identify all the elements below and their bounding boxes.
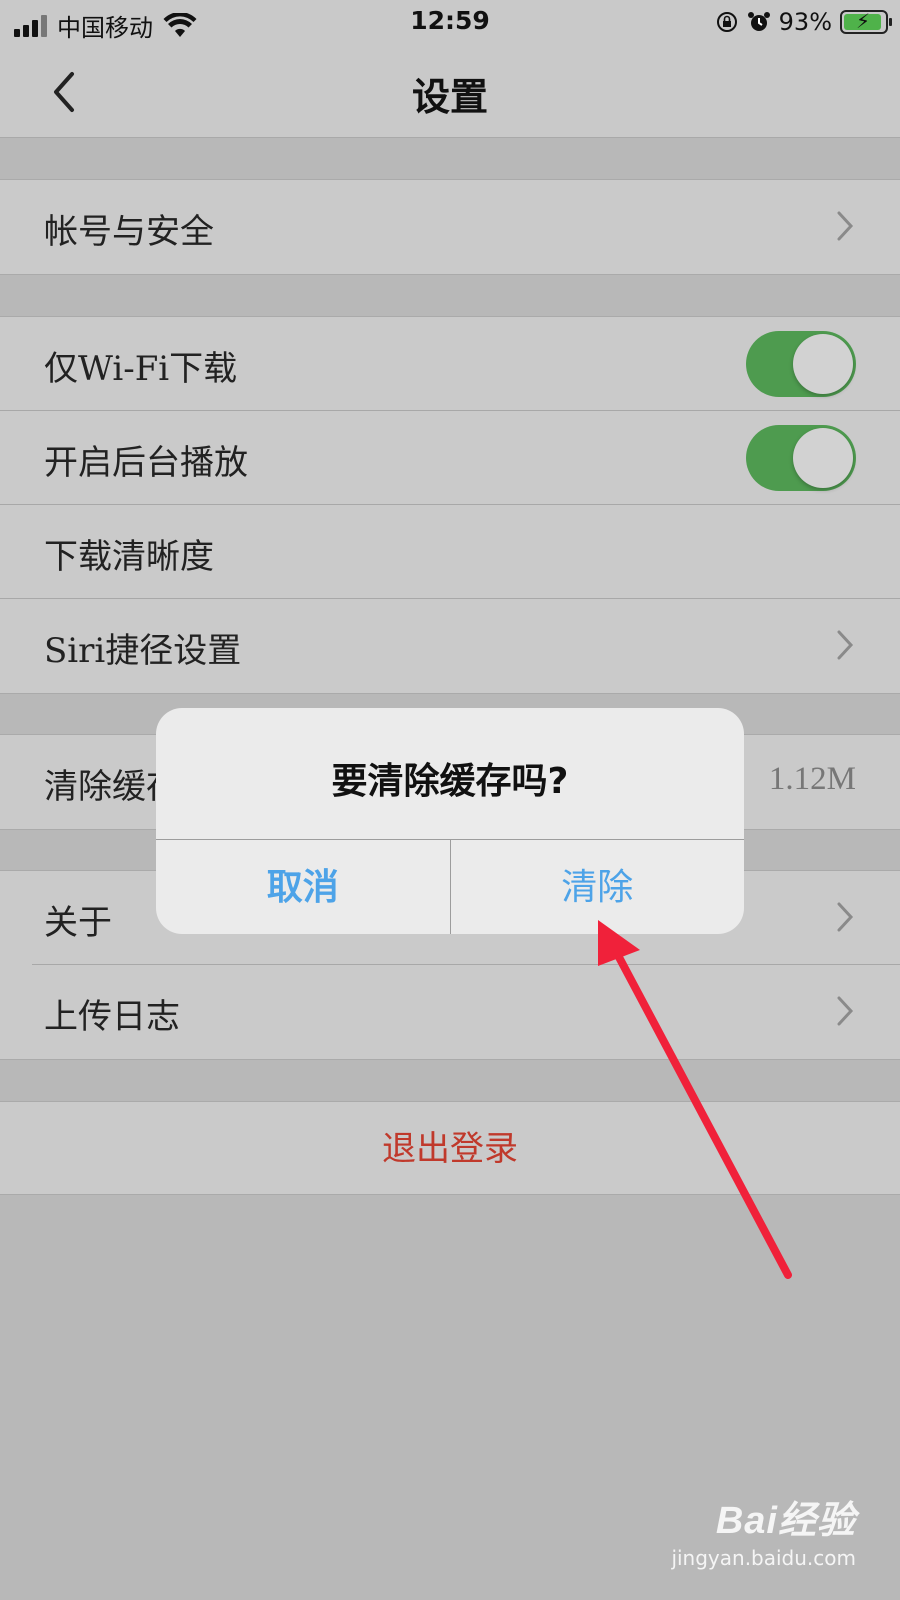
cancel-button[interactable]: 取消 — [156, 840, 450, 934]
row-label: 仅Wi-Fi下载 — [44, 349, 238, 389]
wifi-only-download-toggle[interactable] — [746, 331, 856, 397]
dialog-buttons: 取消 清除 — [156, 839, 744, 934]
status-right: 93% ⚡ — [715, 8, 892, 36]
row-label: 下载清晰度 — [44, 537, 214, 577]
settings-row-siri-shortcuts[interactable]: Siri捷径设置 — [0, 599, 900, 693]
settings-row-upload-log[interactable]: 上传日志 — [0, 965, 900, 1059]
row-label: 开启后台播放 — [44, 443, 248, 483]
row-label: Siri捷径设置 — [44, 631, 242, 671]
status-bar: 中国移动 12:59 93% ⚡ — [0, 0, 900, 46]
clear-cache-dialog: 要清除缓存吗? 取消 清除 — [156, 708, 744, 934]
row-label: 关于 — [44, 903, 112, 943]
dialog-title: 要清除缓存吗? — [331, 761, 569, 802]
toggle-knob — [793, 428, 853, 488]
chevron-right-icon — [837, 211, 854, 241]
settings-row-background-play: 开启后台播放 — [0, 411, 900, 505]
baidu-jingyan-watermark: Bai经验 jingyan.baidu.com — [671, 1489, 856, 1570]
watermark-logo: Bai经验 — [715, 1500, 856, 1542]
cache-size-value: 1.12M — [768, 761, 856, 797]
row-label: 上传日志 — [44, 997, 180, 1037]
page-title: 设置 — [411, 75, 488, 119]
chevron-right-icon — [837, 902, 854, 932]
settings-group-playback: 仅Wi-Fi下载 开启后台播放 下载清晰度 Siri捷径设置 — [0, 316, 900, 694]
settings-row-wifi-only-download: 仅Wi-Fi下载 — [0, 317, 900, 411]
settings-row-download-quality[interactable]: 下载清晰度 — [0, 505, 900, 599]
charging-bolt-icon: ⚡ — [856, 9, 871, 33]
battery-icon: ⚡ — [840, 9, 892, 34]
alarm-icon — [747, 12, 770, 31]
rotation-lock-icon — [716, 12, 737, 32]
watermark-site: jingyan.baidu.com — [671, 1546, 856, 1570]
logout-button[interactable]: 退出登录 — [0, 1101, 900, 1195]
toggle-knob — [793, 334, 853, 394]
chevron-right-icon — [837, 630, 854, 660]
row-label: 帐号与安全 — [44, 212, 214, 252]
settings-group-account: 帐号与安全 — [0, 179, 900, 275]
chevron-right-icon — [837, 996, 854, 1026]
battery-percent: 93% — [778, 8, 832, 36]
settings-row-account-security[interactable]: 帐号与安全 — [0, 180, 900, 274]
nav-bar: 设置 — [0, 46, 900, 138]
background-play-toggle[interactable] — [746, 425, 856, 491]
clear-button[interactable]: 清除 — [451, 840, 745, 934]
